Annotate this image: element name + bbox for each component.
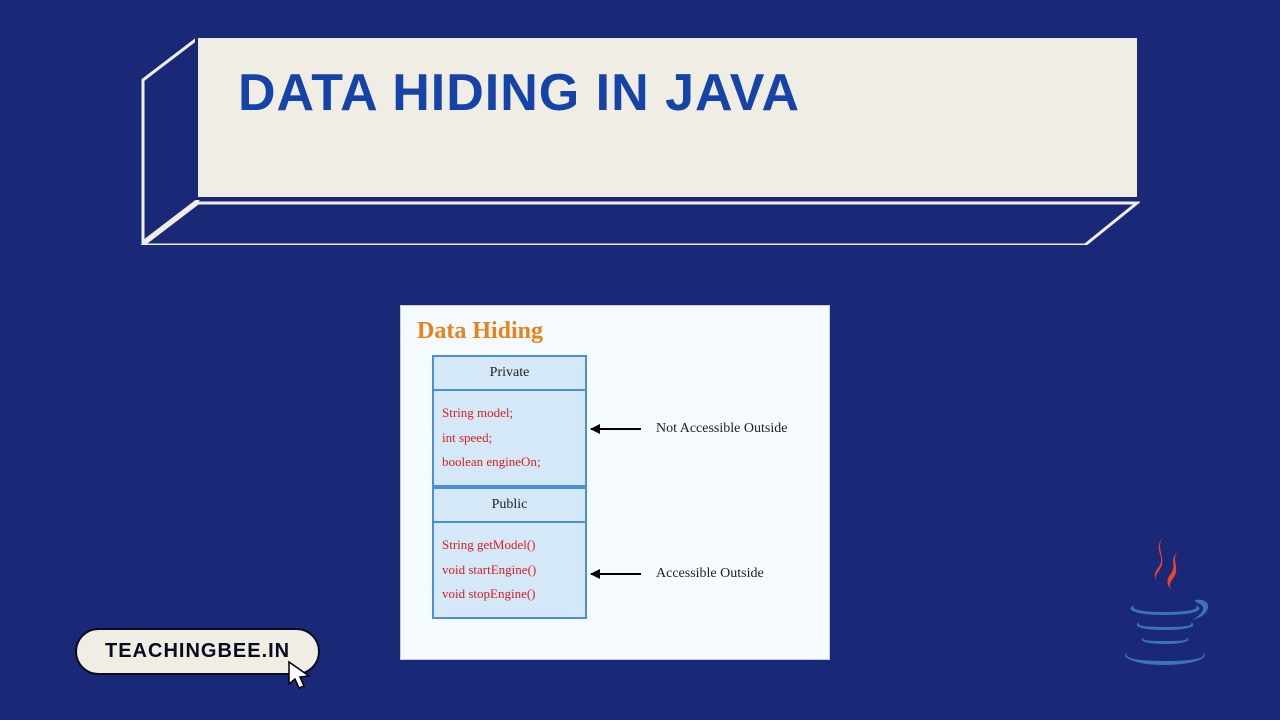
title-3d-box: DATA HIDING IN JAVA bbox=[140, 35, 1140, 245]
diagram-card: Data Hiding Private String model; int sp… bbox=[400, 305, 830, 660]
public-label: Public bbox=[434, 489, 585, 523]
private-section: Private String model; int speed; boolean… bbox=[432, 355, 587, 487]
member-line: String getModel() bbox=[442, 533, 577, 558]
page-title: DATA HIDING IN JAVA bbox=[238, 63, 1097, 123]
member-line: String model; bbox=[442, 401, 577, 426]
arrow-left-icon bbox=[591, 428, 641, 430]
diagram-heading: Data Hiding bbox=[417, 318, 813, 345]
member-line: void stopEngine() bbox=[442, 582, 577, 607]
box-front-face: DATA HIDING IN JAVA bbox=[195, 35, 1140, 200]
public-members: String getModel() void startEngine() voi… bbox=[434, 523, 585, 617]
private-members: String model; int speed; boolean engineO… bbox=[434, 391, 585, 485]
private-label: Private bbox=[434, 357, 585, 391]
member-line: boolean engineOn; bbox=[442, 450, 577, 475]
annotation-text: Accessible Outside bbox=[656, 566, 764, 582]
private-annotation: Not Accessible Outside bbox=[591, 421, 787, 437]
arrow-left-icon bbox=[591, 573, 641, 575]
box-bottom-face bbox=[140, 200, 1140, 245]
link-label: TEACHINGBEE.IN bbox=[105, 640, 290, 662]
member-line: void startEngine() bbox=[442, 558, 577, 583]
public-annotation: Accessible Outside bbox=[591, 566, 764, 582]
website-link[interactable]: TEACHINGBEE.IN bbox=[75, 628, 320, 675]
java-logo-icon bbox=[1110, 530, 1220, 680]
public-section: Public String getModel() void startEngin… bbox=[432, 487, 587, 619]
annotation-text: Not Accessible Outside bbox=[656, 421, 787, 437]
cursor-icon bbox=[285, 659, 317, 695]
member-line: int speed; bbox=[442, 426, 577, 451]
